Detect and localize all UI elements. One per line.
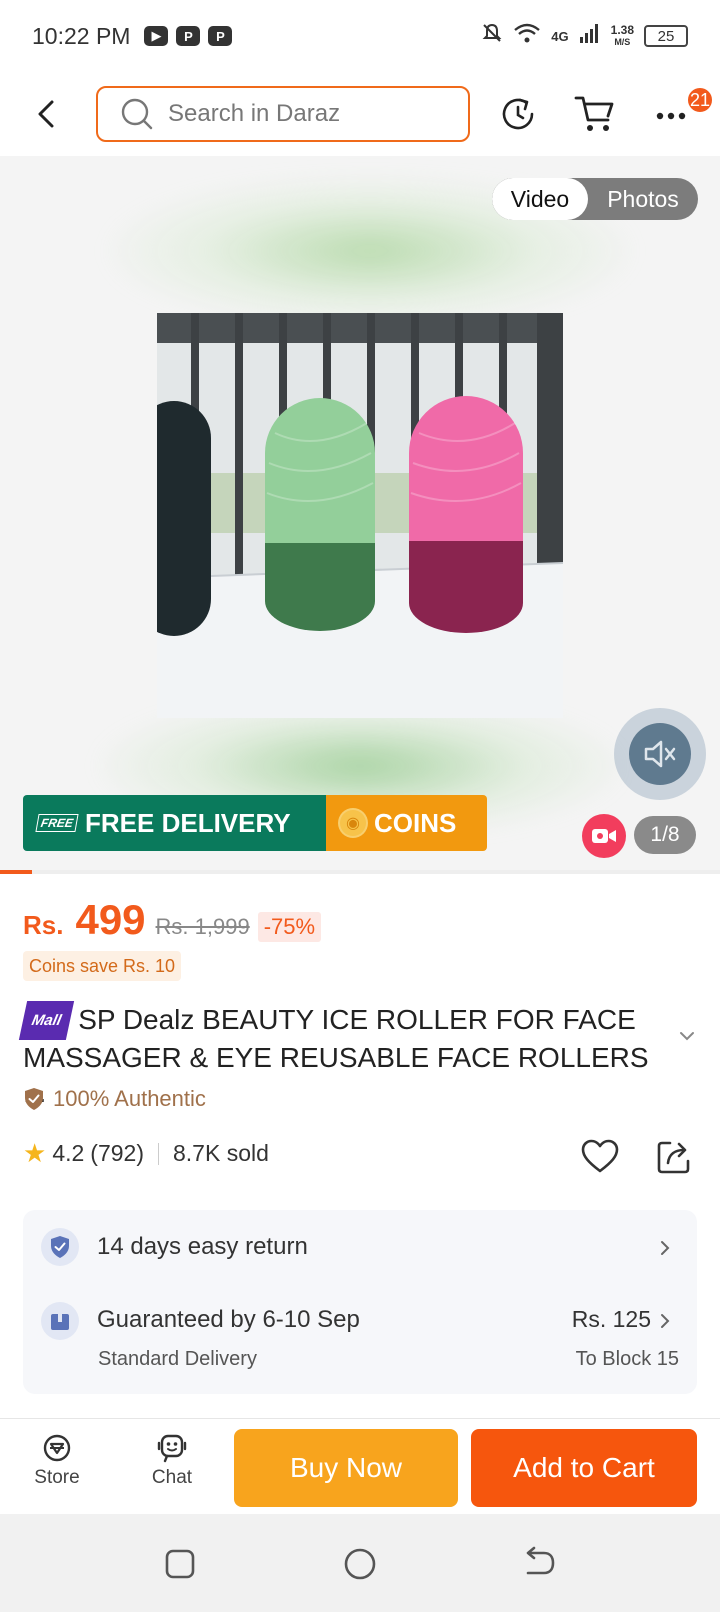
youtube-icon: ▶ (144, 26, 169, 46)
rating-row[interactable]: ★ 4.2 (792) 8.7K sold (23, 1138, 269, 1169)
current-price: 499 (75, 896, 146, 943)
authentic-label: 100% Authentic (53, 1086, 206, 1111)
package-icon (41, 1302, 79, 1340)
free-delivery-promo: FREE FREE DELIVERY (23, 795, 326, 851)
cart-count-badge: 21 (686, 86, 714, 114)
coins-label: COINS (374, 807, 457, 838)
price-currency: Rs. (23, 910, 64, 940)
product-video-frame[interactable] (157, 313, 563, 718)
app-notification-icon: P (208, 26, 233, 46)
media-page-counter: 1/8 (634, 816, 696, 854)
top-bar: 21 (0, 80, 720, 148)
recent-apps-icon[interactable] (160, 1544, 200, 1584)
system-navigation-bar (0, 1514, 720, 1612)
store-button[interactable]: Store (17, 1433, 97, 1489)
network-type: 4G (551, 28, 569, 44)
mute-notification-icon (481, 22, 503, 50)
share-icon[interactable] (654, 1137, 694, 1177)
history-icon[interactable] (498, 94, 538, 134)
product-media-gallery[interactable]: Video Photos FREE FREE DELIVERY ◉ COINS … (0, 156, 720, 874)
store-icon (43, 1434, 71, 1462)
discount-badge: -75% (257, 912, 322, 942)
video-progress-bar[interactable] (0, 870, 720, 874)
search-input[interactable] (168, 100, 428, 128)
delivery-row[interactable]: Guaranteed by 6-10 Sep Standard Delivery… (23, 1284, 697, 1394)
promo-banner: FREE FREE DELIVERY ◉ COINS (23, 795, 487, 851)
video-camera-icon[interactable] (582, 814, 626, 858)
delivery-estimate: Guaranteed by 6-10 Sep (97, 1306, 360, 1333)
rating-value: 4.2 (52, 1140, 85, 1166)
bottom-action-bar: Store Chat Buy Now Add to Cart (0, 1418, 720, 1514)
star-icon: ★ (23, 1138, 47, 1168)
search-icon (121, 98, 153, 130)
shield-check-icon (25, 1088, 43, 1110)
back-icon[interactable] (520, 1544, 560, 1584)
delivery-fee: Rs. 125 (571, 1306, 651, 1332)
buy-now-button[interactable]: Buy Now (234, 1429, 458, 1507)
wifi-icon (513, 22, 541, 50)
chevron-right-icon (657, 1311, 673, 1331)
product-image (157, 313, 563, 718)
chevron-down-icon[interactable] (676, 1025, 698, 1047)
authentic-badge: 100% Authentic (23, 1086, 206, 1112)
return-policy-row[interactable]: 14 days easy return (23, 1210, 697, 1284)
app-notification-icon: P (176, 26, 201, 46)
coins-save-tag: Coins save Rs. 10 (23, 951, 182, 981)
signal-icon (579, 23, 601, 49)
original-price: Rs. 1,999 (155, 914, 250, 939)
return-policy-label: 14 days easy return (97, 1233, 308, 1260)
delivery-truck-icon: FREE (35, 814, 79, 832)
status-bar: 10:22 PM ▶ P P 4G 1.38 M/S 25 (0, 0, 720, 72)
search-bar[interactable] (96, 86, 470, 142)
chat-icon (157, 1434, 187, 1463)
shield-icon (41, 1228, 79, 1266)
chat-label: Chat (151, 1467, 193, 1488)
review-count: (792) (90, 1140, 144, 1166)
mute-button[interactable] (614, 708, 706, 800)
video-progress-fill (0, 870, 32, 874)
tab-video[interactable]: Video (492, 178, 588, 220)
divider (158, 1142, 159, 1165)
chevron-right-icon (657, 1238, 673, 1258)
free-delivery-label: FREE DELIVERY (85, 807, 291, 838)
media-type-toggle[interactable]: Video Photos (492, 178, 698, 220)
coins-promo: ◉ COINS (326, 795, 487, 851)
mall-badge: Mall (18, 1001, 75, 1040)
sold-count: 8.7K sold (173, 1140, 269, 1166)
chat-button[interactable]: Chat (132, 1433, 212, 1489)
battery-indicator: 25 (644, 25, 688, 47)
back-arrow-icon[interactable] (30, 96, 66, 132)
service-card: 14 days easy return Guaranteed by 6-10 S… (23, 1210, 697, 1394)
tab-photos[interactable]: Photos (588, 178, 698, 220)
price-row: Rs. 499 Rs. 1,999 -75% (23, 896, 322, 946)
add-to-cart-button[interactable]: Add to Cart (471, 1429, 697, 1507)
network-speed: 1.38 M/S (610, 22, 634, 47)
delivery-type: Standard Delivery (98, 1348, 257, 1370)
home-icon[interactable] (340, 1544, 380, 1584)
status-time: 10:22 PM (32, 22, 131, 49)
delivery-location: To Block 15 (575, 1348, 679, 1370)
cart-icon[interactable] (574, 94, 614, 134)
speaker-muted-icon (644, 740, 676, 768)
store-label: Store (34, 1467, 80, 1488)
coin-icon: ◉ (338, 808, 368, 838)
heart-icon[interactable] (580, 1137, 620, 1177)
